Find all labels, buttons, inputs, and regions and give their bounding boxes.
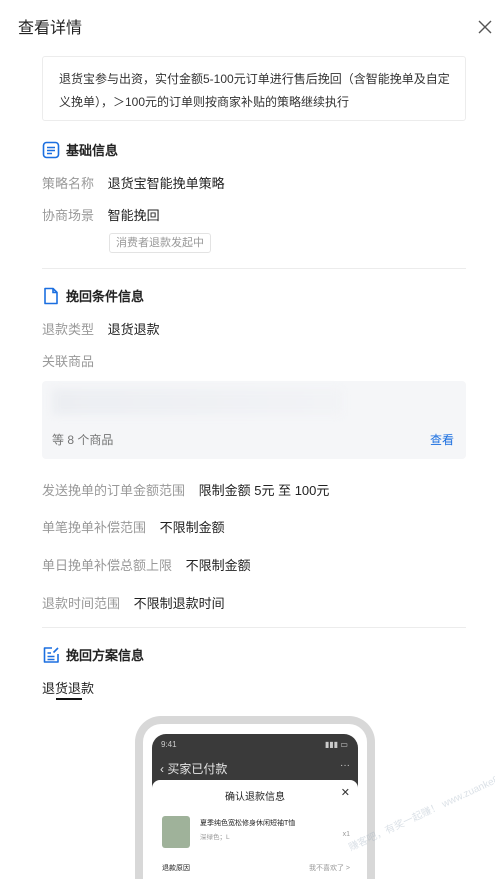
section-conditions-title: 挽回条件信息 — [66, 289, 145, 304]
product-qty: x1 — [342, 831, 350, 838]
order-range-value: 限制金额 5元 至 100元 — [198, 483, 330, 498]
goods-view-link[interactable]: 查看 — [430, 431, 454, 448]
strategy-value: 退货宝智能挽单策略 — [107, 176, 225, 191]
product-name: 夏季纯色宽松修身休闲短袖T恤 — [200, 820, 296, 827]
goods-count: 等 8 个商品 — [52, 433, 114, 447]
order-range-label: 发送挽单的订单金额范围 — [42, 483, 186, 498]
refund-time-value: 不限制退款时间 — [133, 596, 225, 611]
single-comp-label: 单笔挽单补偿范围 — [42, 520, 147, 535]
goods-thumbnails — [52, 389, 342, 415]
section-basic-header: 基础信息 — [42, 140, 118, 159]
section-basic-title: 基础信息 — [66, 143, 119, 158]
daily-comp-value: 不限制金额 — [185, 558, 251, 573]
refund-type-row: 退款类型 退货退款 — [42, 319, 160, 338]
reason-label: 退款原因 — [162, 865, 190, 872]
tab-label: 退货退款 — [42, 681, 95, 696]
divider — [42, 627, 466, 628]
notice-box: 退货宝参与出资，实付金额5-100元订单进行售后挽回（含智能挽单及自定义挽单），… — [42, 56, 466, 121]
refund-type-label: 退款类型 — [42, 322, 95, 337]
product-spec: 深绿色；L — [200, 834, 230, 841]
scene-value: 智能挽回 — [107, 208, 160, 223]
goods-card: 等 8 个商品 查看 — [42, 381, 466, 459]
sheet-title: 确认退款信息 — [225, 792, 285, 803]
strategy-label: 策略名称 — [42, 176, 95, 191]
more-icon: ··· — [340, 760, 350, 771]
scene-row: 协商场景 智能挽回 — [42, 205, 160, 224]
scene-label: 协商场景 — [42, 208, 95, 223]
phone-time: 9:41 — [161, 740, 177, 749]
daily-comp-row: 单日挽单补偿总额上限 不限制金额 — [42, 555, 251, 574]
page-title: 查看详情 — [18, 20, 83, 37]
tab-underline — [56, 698, 82, 700]
list-doc-icon — [42, 141, 60, 159]
goods-label: 关联商品 — [42, 354, 95, 369]
close-icon — [478, 20, 492, 34]
single-comp-value: 不限制金额 — [159, 520, 225, 535]
section-plan-header: 挽回方案信息 — [42, 645, 144, 664]
goods-row: 关联商品 — [42, 351, 104, 370]
section-plan-title: 挽回方案信息 — [66, 648, 145, 663]
reason-value: 我不喜欢了 > — [308, 865, 350, 872]
scene-tag: 消费者退款发起中 — [109, 233, 211, 253]
phone-preview: 9:41 ▮▮▮ ▭ ‹ 买家已付款 ··· 确认退款信息 ✕ 夏季纯色宽松修身… — [135, 716, 375, 879]
close-icon: ✕ — [340, 787, 350, 799]
divider — [42, 268, 466, 269]
single-comp-row: 单笔挽单补偿范围 不限制金额 — [42, 517, 225, 536]
strategy-row: 策略名称 退货宝智能挽单策略 — [42, 173, 225, 192]
tab-return-refund[interactable]: 退货退款 — [42, 678, 95, 700]
refund-sheet: 确认退款信息 ✕ 夏季纯色宽松修身休闲短袖T恤 深绿色；L x1 退款原因 我不… — [152, 780, 358, 879]
daily-comp-label: 单日挽单补偿总额上限 — [42, 558, 173, 573]
phone-nav-title: ‹ 买家已付款 — [160, 760, 227, 777]
phone-screen: 9:41 ▮▮▮ ▭ ‹ 买家已付款 ··· 确认退款信息 ✕ 夏季纯色宽松修身… — [152, 734, 358, 879]
order-range-row: 发送挽单的订单金额范围 限制金额 5元 至 100元 — [42, 480, 329, 499]
product-image — [162, 816, 190, 848]
refund-time-label: 退款时间范围 — [42, 596, 121, 611]
nav-title-text: 买家已付款 — [167, 762, 228, 776]
section-conditions-header: 挽回条件信息 — [42, 286, 144, 305]
close-button[interactable] — [478, 20, 494, 36]
refund-time-row: 退款时间范围 不限制退款时间 — [42, 593, 225, 612]
file-icon — [42, 287, 60, 305]
refund-type-value: 退货退款 — [107, 322, 160, 337]
edit-doc-icon — [42, 646, 60, 664]
signal-battery-icon: ▮▮▮ ▭ — [325, 740, 348, 749]
